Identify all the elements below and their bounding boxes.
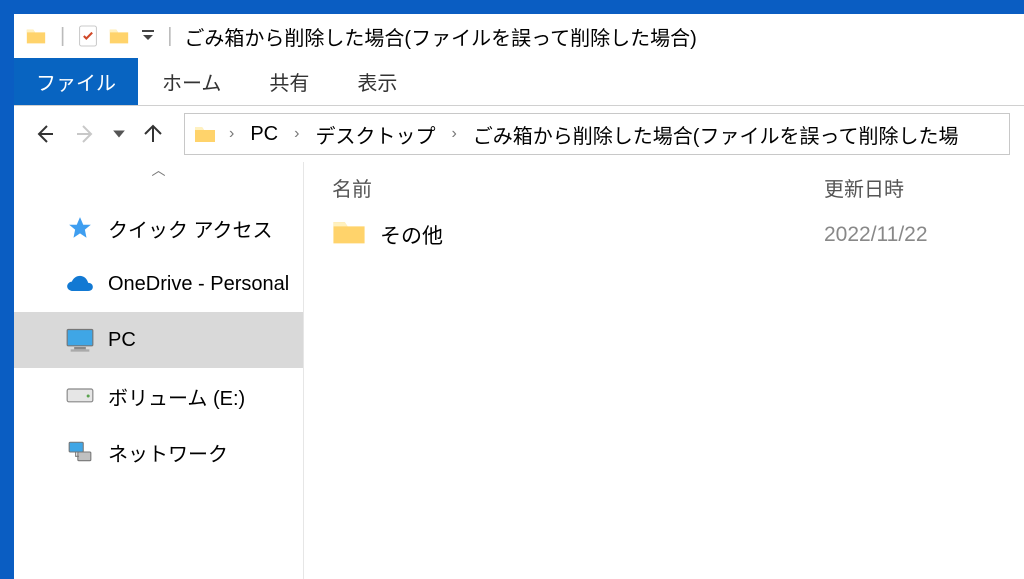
tree-item-pc[interactable]: PC bbox=[14, 312, 303, 368]
tree-label-network: ネットワーク bbox=[108, 438, 228, 467]
address-folder-icon bbox=[193, 122, 217, 146]
title-separator-1: | bbox=[60, 25, 65, 48]
tree-label-volume-e: ボリューム (E:) bbox=[108, 382, 245, 411]
up-button[interactable] bbox=[136, 117, 170, 151]
address-bar[interactable]: › PC › デスクトップ › ごみ箱から削除した場合(ファイルを誤って削除した… bbox=[184, 113, 1010, 155]
qat-properties-icon[interactable] bbox=[77, 24, 99, 48]
breadcrumb-current[interactable]: ごみ箱から削除した場合(ファイルを誤って削除した場 bbox=[469, 120, 963, 149]
app-folder-icon bbox=[24, 24, 48, 48]
ribbon-tabs: ファイル ホーム 共有 表示 bbox=[14, 58, 1024, 106]
breadcrumb-sep-2[interactable]: › bbox=[443, 125, 464, 143]
ribbon-tab-share[interactable]: 共有 bbox=[245, 58, 333, 105]
tree-label-quick-access: クイック アクセス bbox=[108, 214, 273, 243]
breadcrumb-desktop[interactable]: デスクトップ bbox=[311, 120, 439, 149]
breadcrumb-sep-1[interactable]: › bbox=[286, 125, 307, 143]
forward-button[interactable] bbox=[68, 117, 102, 151]
column-headers: 名前 更新日時 bbox=[304, 162, 1024, 212]
ribbon-tab-home[interactable]: ホーム bbox=[138, 58, 245, 105]
onedrive-icon bbox=[66, 271, 94, 297]
item-name: その他 bbox=[380, 220, 443, 250]
tree-label-pc: PC bbox=[108, 329, 136, 352]
breadcrumb-sep-0[interactable]: › bbox=[221, 125, 242, 143]
quick-access-icon bbox=[66, 215, 94, 241]
item-date: 2022/11/22 bbox=[824, 223, 1024, 247]
network-icon bbox=[66, 439, 94, 465]
recent-locations-button[interactable] bbox=[108, 117, 130, 151]
tree-item-network[interactable]: ネットワーク bbox=[14, 424, 303, 480]
collapse-handle-icon[interactable]: ︿ bbox=[152, 160, 166, 180]
content-panes: ︿ クイック アクセス OneDrive - Personal PC bbox=[14, 162, 1024, 579]
folder-icon bbox=[332, 217, 366, 253]
column-modified-label: 更新日時 bbox=[824, 179, 904, 201]
title-separator-2: | bbox=[167, 25, 172, 48]
title-bar: | | ごみ箱から削除した場合(ファイルを誤って削除した場合) bbox=[14, 14, 1024, 58]
navigation-row: › PC › デスクトップ › ごみ箱から削除した場合(ファイルを誤って削除した… bbox=[14, 106, 1024, 162]
column-header-name[interactable]: 名前 bbox=[304, 173, 824, 202]
qat-dropdown-icon[interactable] bbox=[141, 29, 155, 43]
qat-newfolder-icon[interactable] bbox=[107, 24, 131, 48]
navigation-pane: ︿ クイック アクセス OneDrive - Personal PC bbox=[14, 162, 304, 579]
drive-icon bbox=[66, 383, 94, 409]
window-title: ごみ箱から削除した場合(ファイルを誤って削除した場合) bbox=[184, 22, 696, 51]
list-item[interactable]: その他 2022/11/22 bbox=[304, 212, 1024, 258]
explorer-window: | | ごみ箱から削除した場合(ファイルを誤って削除した場合) ファイル ホーム… bbox=[14, 14, 1024, 579]
ribbon-tab-file[interactable]: ファイル bbox=[14, 58, 138, 105]
tree-item-quick-access[interactable]: クイック アクセス bbox=[14, 200, 303, 256]
item-name-cell: その他 bbox=[304, 217, 824, 253]
column-header-modified[interactable]: 更新日時 bbox=[824, 173, 1024, 202]
pc-icon bbox=[66, 327, 94, 353]
column-name-label: 名前 bbox=[332, 179, 372, 201]
back-button[interactable] bbox=[28, 117, 62, 151]
tree-item-volume-e[interactable]: ボリューム (E:) bbox=[14, 368, 303, 424]
tree-item-onedrive[interactable]: OneDrive - Personal bbox=[14, 256, 303, 312]
tree-label-onedrive: OneDrive - Personal bbox=[108, 273, 289, 296]
breadcrumb-pc[interactable]: PC bbox=[246, 123, 282, 146]
ribbon-tab-view[interactable]: 表示 bbox=[333, 58, 421, 105]
list-pane: 名前 更新日時 その他 2022/11/22 bbox=[304, 162, 1024, 579]
